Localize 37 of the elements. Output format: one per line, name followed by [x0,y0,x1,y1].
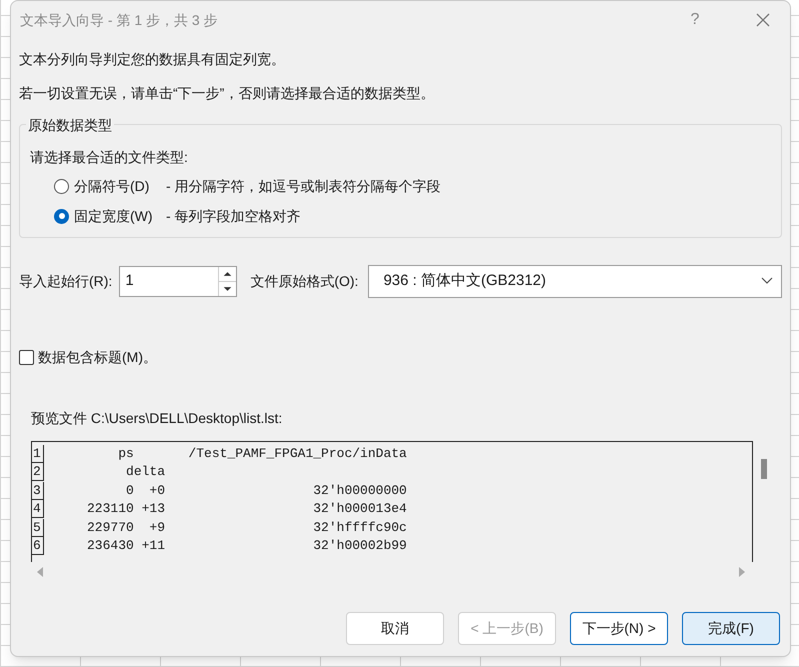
radio-button[interactable] [54,208,69,224]
dialog-button[interactable]: 下一步(N) > [570,612,668,645]
field-label: 导入起始行(R): [19,272,112,291]
radio-button[interactable] [54,178,69,194]
line-number: 4 [32,500,44,518]
start-row-value: 1 [124,270,135,291]
radio-label[interactable]: 分隔符号(D) [74,176,166,196]
field-label: 文件原始格式(O): [250,272,358,291]
dialog-button[interactable]: 完成(F) [682,612,780,645]
preview-line: ps /Test_PAMF_FPGA1_Proc/inData [117,444,407,462]
checkbox-label: 数据包含标题(M)。 [38,348,157,367]
line-number: 6 [32,537,44,555]
radio-label[interactable]: 固定宽度(W) [74,206,166,226]
prompt-text: 请选择最合适的文件类型: [30,148,189,167]
line-number: 1 [32,444,44,462]
line-number: 5 [32,518,44,536]
dialog-button[interactable]: 取消 [346,612,444,645]
preview-line: delta [125,463,166,481]
preview-line: 223110 +13 32'h000013e4 [86,500,407,518]
spin-box[interactable]: 1 [119,266,238,296]
window-title: 文本导入向导 - 第 1 步，共 3 步 [20,10,219,30]
line-number: 3 [32,482,44,500]
preview-line: 236430 +11 32'h00002b99 [86,537,407,555]
preview-label: 预览文件 C:\Users\DELL\Desktop\list.lst: [31,409,282,428]
encoding-value: 936 : 简体中文(GB2312) [382,270,547,291]
instruction-text: 若一切设置无误，请单击“下一步”，否则请选择最合适的数据类型。 [19,84,436,103]
line-number: 2 [32,463,44,481]
chevron-down-icon[interactable] [761,277,773,285]
checkbox[interactable] [19,350,34,365]
option-description: - 用分隔字符，如逗号或制表符分隔每个字段 [166,176,441,196]
encoding-dropdown[interactable]: 936 : 简体中文(GB2312) [368,264,782,298]
instruction-text: 文本分列向导判定您的数据具有固定列宽。 [19,50,286,69]
scrollbar-thumb[interactable] [761,459,767,479]
close-icon[interactable] [756,13,770,27]
preview-line: 229770 +9 32'hffffc90c [86,518,407,536]
preview-line: 0 +0 32'h00000000 [125,482,407,500]
option-description: - 每列字段加空格对齐 [166,206,301,226]
